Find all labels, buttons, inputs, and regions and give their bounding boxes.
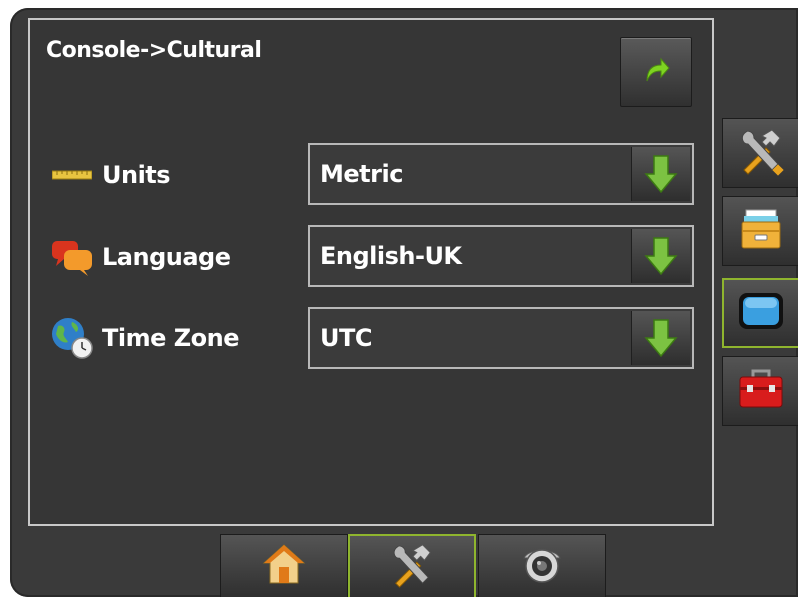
back-button[interactable]	[620, 37, 692, 107]
home-icon	[262, 543, 306, 589]
tools-icon	[736, 126, 786, 180]
language-dropdown[interactable]: English-UK	[308, 225, 694, 287]
units-dropdown[interactable]: Metric	[308, 143, 694, 205]
file-drawer-icon	[738, 206, 784, 256]
timezone-label: Time Zone	[102, 324, 240, 352]
display-icon	[737, 291, 785, 335]
bottom-tab-camera[interactable]	[478, 534, 606, 597]
tools-icon	[387, 541, 437, 593]
camera-icon	[518, 542, 566, 590]
language-label: Language	[102, 243, 231, 271]
timezone-dropdown-button[interactable]	[631, 311, 690, 365]
globe-clock-icon	[50, 316, 94, 360]
units-value: Metric	[320, 160, 403, 188]
speech-bubbles-icon	[50, 235, 94, 279]
breadcrumb: Console->Cultural	[46, 38, 262, 63]
language-value: English-UK	[320, 242, 462, 270]
bottom-tab-home[interactable]	[220, 534, 348, 597]
language-dropdown-button[interactable]	[631, 229, 690, 283]
units-label: Units	[102, 161, 171, 189]
toolbox-icon	[737, 367, 785, 415]
timezone-row-label: Time Zone	[50, 313, 240, 363]
units-dropdown-button[interactable]	[631, 147, 690, 201]
bottom-tab-tools[interactable]	[348, 534, 476, 597]
side-tab-display[interactable]	[722, 278, 798, 348]
side-tab-tools[interactable]	[722, 118, 798, 188]
language-row-label: Language	[50, 232, 231, 282]
arrow-down-icon	[644, 319, 678, 358]
timezone-value: UTC	[320, 324, 372, 352]
timezone-dropdown[interactable]: UTC	[308, 307, 694, 369]
return-arrow-icon	[641, 55, 671, 89]
side-tab-file-drawer[interactable]	[722, 196, 798, 266]
arrow-down-icon	[644, 237, 678, 276]
arrow-down-icon	[644, 155, 678, 194]
ruler-icon	[50, 153, 94, 197]
units-row-label: Units	[50, 150, 171, 200]
side-tab-toolbox[interactable]	[722, 356, 798, 426]
